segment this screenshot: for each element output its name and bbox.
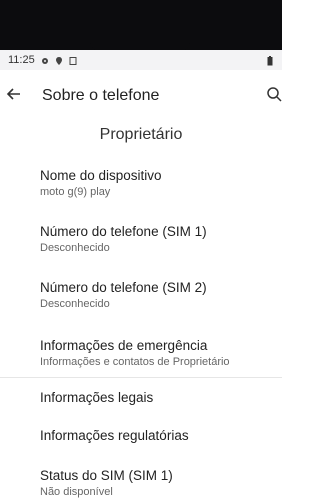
location-icon (55, 56, 63, 65)
item-subtitle: moto g(9) play (40, 186, 111, 198)
clipboard-icon (69, 56, 77, 65)
legal-info-item[interactable]: Informações legais (0, 378, 282, 418)
item-title: Status do SIM (SIM 1) (40, 468, 173, 483)
phone-number-sim2-item[interactable]: Número do telefone (SIM 2) Desconhecido (0, 270, 282, 326)
item-subtitle: Informações e contatos de Proprietário (40, 356, 230, 368)
page-title: Sobre o telefone (42, 87, 160, 104)
battery-icon (266, 56, 274, 66)
device-name-item[interactable]: Nome do dispositivo moto g(9) play (0, 152, 282, 214)
item-title: Informações regulatórias (40, 428, 189, 443)
item-title: Número do telefone (SIM 2) (40, 280, 207, 295)
gear-icon (41, 56, 49, 64)
item-subtitle: Desconhecido (40, 298, 110, 310)
app-bar: Sobre o telefone (0, 72, 282, 120)
emergency-info-item[interactable]: Informações de emergência Informações e … (0, 326, 282, 378)
status-bar: 11:25 (0, 50, 282, 70)
item-title: Informações legais (40, 390, 154, 405)
sim-status-item[interactable]: Status do SIM (SIM 1) Não disponível (0, 458, 282, 498)
phone-number-sim1-item[interactable]: Número do telefone (SIM 1) Desconhecido (0, 214, 282, 270)
status-time: 11:25 (8, 54, 35, 66)
item-subtitle: Não disponível (40, 486, 113, 498)
settings-list: Nome do dispositivo moto g(9) play Númer… (0, 152, 282, 498)
item-title: Número do telefone (SIM 1) (40, 224, 207, 239)
item-title: Informações de emergência (40, 338, 208, 353)
regulatory-info-item[interactable]: Informações regulatórias (0, 418, 282, 458)
item-subtitle: Desconhecido (40, 242, 110, 254)
owner-header: Proprietário (99, 126, 183, 143)
item-title: Nome do dispositivo (40, 168, 162, 183)
search-icon[interactable] (266, 86, 282, 102)
arrow-back-icon[interactable] (4, 84, 24, 104)
